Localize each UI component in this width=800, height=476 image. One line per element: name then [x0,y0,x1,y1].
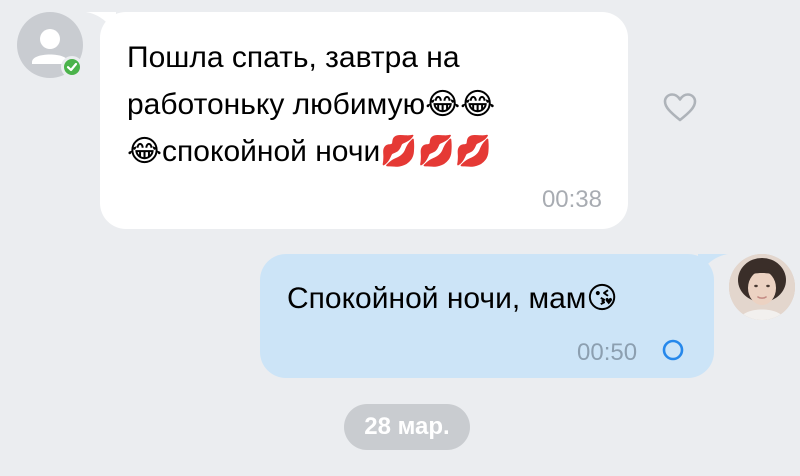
incoming-message[interactable]: Пошла спать, завтра на работоньку любиму… [100,12,628,229]
incoming-message-text: Пошла спать, завтра на работоньку любиму… [127,41,496,168]
heart-outline-icon [663,93,697,122]
sending-ring-icon [662,339,684,361]
own-avatar[interactable] [729,254,795,320]
incoming-message-time: 00:38 [541,186,602,213]
date-separator: 28 мар. [344,404,470,450]
user-photo-icon [729,254,795,320]
online-status-badge [61,56,83,78]
outgoing-message-time: 00:50 [577,339,638,366]
online-check-icon [66,62,78,72]
like-button[interactable] [662,90,698,126]
outgoing-message[interactable]: Спокойной ночи, мам😘 00:50 [260,254,714,378]
outgoing-message-text: Спокойной ночи, мам😘 [287,282,618,315]
